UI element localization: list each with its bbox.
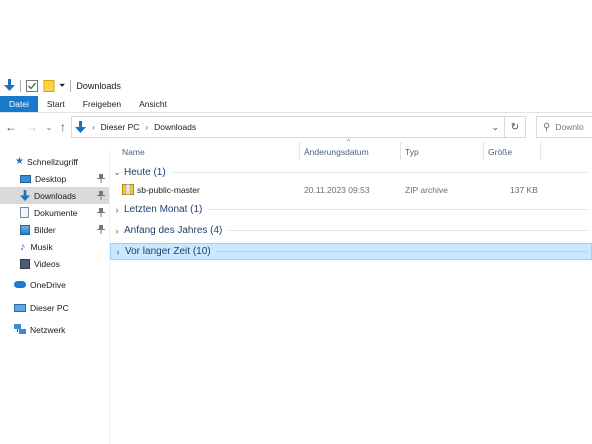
desktop-icon [20, 174, 31, 183]
column-divider[interactable] [483, 142, 484, 160]
group-divider [208, 209, 588, 210]
nav-item-music[interactable]: ♪ Musik [0, 238, 109, 255]
file-size: 137 KB [510, 185, 538, 195]
download-arrow-icon[interactable] [4, 78, 15, 94]
pictures-icon [20, 224, 30, 235]
nav-item-pictures[interactable]: Bilder [0, 221, 109, 238]
chevron-right-icon[interactable]: › [110, 226, 124, 236]
group-header-long-ago[interactable]: › Vor langer Zeit (10) [110, 243, 592, 260]
address-history-chevron-icon[interactable]: ⌄ [491, 122, 499, 133]
column-divider[interactable] [540, 142, 541, 160]
tab-share[interactable]: Freigeben [74, 96, 130, 112]
search-input[interactable]: ⚲ Downlo [536, 116, 592, 138]
nav-network-label: Netzwerk [30, 324, 66, 335]
breadcrumb-chevron-icon[interactable]: › [145, 123, 148, 132]
group-label: Vor langer Zeit (10) [125, 246, 211, 257]
customize-toolbar-icon[interactable]: ⏷ [59, 78, 65, 94]
chevron-down-icon[interactable]: ⌄ [110, 167, 124, 178]
new-folder-icon[interactable] [43, 78, 55, 94]
title-bar: ⏷ Downloads [0, 76, 592, 95]
toolbar-separator [20, 79, 21, 92]
group-label: Letzten Monat (1) [124, 204, 203, 215]
search-placeholder: Downlo [555, 122, 584, 132]
network-icon [14, 324, 26, 335]
tab-file[interactable]: Datei [0, 96, 38, 112]
navigation-pane: ★ Schnellzugriff Desktop Downloads Dokum… [0, 150, 110, 444]
column-header-modified[interactable]: Änderungsdatum [304, 142, 399, 162]
navigation-bar: ← → ⌄ ↑ › Dieser PC › Downloads ⌄ ↻ ⚲ Do… [0, 116, 592, 138]
group-header-today[interactable]: ⌄ Heute (1) [110, 164, 592, 181]
up-arrow-icon[interactable]: ↑ [55, 119, 71, 135]
nav-item-label: Videos [34, 258, 60, 269]
group-label: Heute (1) [124, 167, 166, 178]
column-header-type[interactable]: Typ [405, 142, 480, 162]
pin-icon[interactable] [97, 191, 105, 202]
nav-item-label: Musik [30, 241, 53, 252]
group-label: Anfang des Jahres (4) [124, 225, 223, 236]
zip-archive-icon [122, 184, 134, 197]
address-bar[interactable]: › Dieser PC › Downloads ⌄ ↻ [71, 116, 526, 138]
breadcrumb-this-pc[interactable]: Dieser PC [101, 122, 140, 132]
star-icon: ★ [15, 156, 24, 167]
search-icon: ⚲ [543, 121, 551, 133]
tab-view[interactable]: Ansicht [130, 96, 176, 112]
breadcrumb-downloads[interactable]: Downloads [154, 122, 196, 132]
nav-item-videos[interactable]: Videos [0, 255, 109, 272]
nav-item-label: Downloads [34, 190, 77, 201]
column-header-name[interactable]: Name [122, 142, 297, 162]
nav-network[interactable]: Netzwerk [0, 321, 109, 338]
cloud-icon [14, 281, 26, 288]
nav-item-label: Bilder [34, 224, 56, 235]
sort-chevron-icon: ^ [347, 139, 351, 146]
pin-icon[interactable] [97, 208, 105, 219]
nav-item-label: Desktop [35, 173, 67, 184]
breadcrumb-chevron-icon[interactable]: › [92, 123, 95, 132]
nav-this-pc[interactable]: Dieser PC [0, 299, 109, 316]
forward-arrow-icon[interactable]: → [24, 119, 40, 135]
tab-start[interactable]: Start [38, 96, 74, 112]
videos-icon [20, 258, 30, 269]
nav-quick-access-label: Schnellzugriff [26, 156, 78, 167]
documents-icon [20, 207, 29, 218]
nav-quick-access[interactable]: ★ Schnellzugriff [0, 153, 109, 170]
music-icon: ♪ [20, 240, 26, 253]
nav-item-downloads[interactable]: Downloads [0, 187, 109, 204]
nav-onedrive[interactable]: OneDrive [0, 276, 109, 293]
file-name: sb-public-master [137, 185, 200, 195]
toolbar-separator [70, 79, 72, 92]
window-title: Downloads [76, 80, 121, 91]
nav-item-desktop[interactable]: Desktop [0, 170, 109, 187]
nav-item-label: Dokumente [34, 207, 78, 218]
group-divider [216, 251, 587, 252]
nav-this-pc-label: Dieser PC [30, 302, 69, 313]
group-divider [228, 230, 588, 231]
group-header-last-month[interactable]: › Letzten Monat (1) [110, 201, 592, 218]
file-row[interactable]: sb-public-master 20.11.2023 09:53 ZIP ar… [110, 182, 592, 199]
column-divider[interactable] [299, 142, 300, 160]
nav-item-documents[interactable]: Dokumente [0, 204, 109, 221]
chevron-right-icon[interactable]: › [111, 247, 125, 257]
column-divider[interactable] [400, 142, 401, 160]
pin-icon[interactable] [97, 225, 105, 236]
nav-onedrive-label: OneDrive [30, 279, 66, 290]
properties-icon[interactable] [26, 78, 38, 94]
refresh-icon[interactable]: ↻ [504, 117, 525, 137]
downloads-location-icon [75, 119, 86, 135]
group-divider [171, 172, 588, 173]
file-modified: 20.11.2023 09:53 [304, 185, 370, 195]
chevron-right-icon[interactable]: › [110, 205, 124, 215]
column-header-size[interactable]: Größe [488, 142, 538, 162]
file-type: ZIP archive [405, 185, 448, 195]
back-arrow-icon[interactable]: ← [3, 119, 19, 135]
pin-icon[interactable] [97, 174, 105, 185]
computer-icon [14, 303, 26, 312]
ribbon-tabs: Datei Start Freigeben Ansicht [0, 96, 592, 113]
group-header-earlier-this-year[interactable]: › Anfang des Jahres (4) [110, 222, 592, 239]
downloads-icon [20, 189, 30, 202]
